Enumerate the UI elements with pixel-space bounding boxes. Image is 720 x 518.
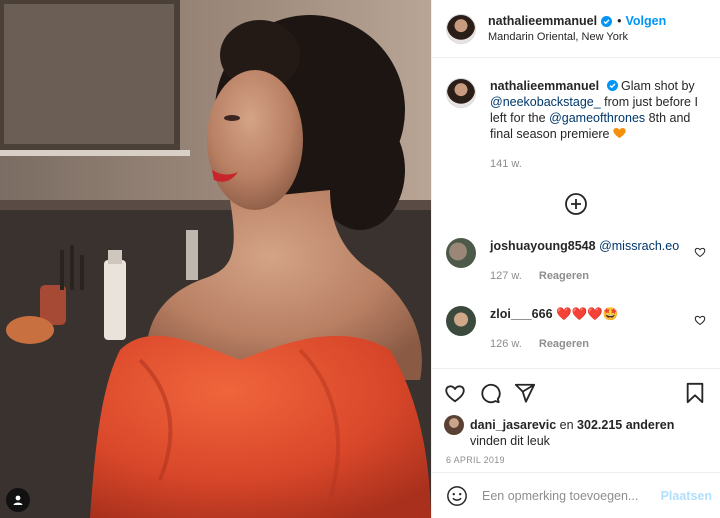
comment-username[interactable]: zloi___666 xyxy=(490,307,553,321)
orange-heart-icon xyxy=(613,128,626,139)
verified-badge-icon xyxy=(606,80,618,91)
liker-avatar[interactable] xyxy=(444,415,464,435)
likes-suffix: vinden dit leuk xyxy=(470,434,550,448)
heart-icon[interactable] xyxy=(694,314,706,326)
comment-input[interactable] xyxy=(482,488,661,503)
caption-age[interactable]: 141 w. xyxy=(490,158,522,170)
commenter-avatar[interactable] xyxy=(446,238,476,268)
comment-username[interactable]: joshuayoung8548 xyxy=(490,239,596,253)
bookmark-icon[interactable] xyxy=(684,382,706,404)
likes-connector: en xyxy=(559,418,574,432)
mention-link[interactable]: @neekobackstage_ xyxy=(490,95,601,109)
author-avatar[interactable] xyxy=(446,13,476,44)
comment-age[interactable]: 126 w. xyxy=(490,338,522,350)
commenter-avatar[interactable] xyxy=(446,306,476,336)
post-comment-button[interactable]: Plaatsen xyxy=(661,489,712,503)
caption-avatar[interactable] xyxy=(446,78,476,108)
liker-username[interactable]: dani_jasarevic xyxy=(470,418,556,432)
follow-button[interactable]: Volgen xyxy=(625,14,666,28)
caption-username[interactable]: nathalieemmanuel xyxy=(490,79,599,93)
add-comment-bar: Plaatsen xyxy=(432,472,720,518)
separator-dot: • xyxy=(617,14,622,28)
load-more-comments-button[interactable] xyxy=(446,192,706,216)
comment-text: ❤️❤️❤️🤩 xyxy=(556,307,619,321)
post-actions: dani_jasarevic en 302.215 anderen vinden… xyxy=(432,368,720,465)
comment-item: joshuayoung8548 @missrach.eo 127 w. Reag… xyxy=(446,238,706,284)
heart-icon[interactable] xyxy=(694,246,706,258)
mention-link[interactable]: @gameofthrones xyxy=(549,111,645,125)
plus-circle-icon xyxy=(565,193,587,215)
post-header: nathalieemmanuel • Volgen Mandarin Orien… xyxy=(432,0,720,58)
reply-button[interactable]: Reageren xyxy=(539,270,589,282)
location-link[interactable]: Mandarin Oriental, New York xyxy=(488,31,666,43)
author-username[interactable]: nathalieemmanuel xyxy=(488,14,597,28)
emoji-icon[interactable] xyxy=(446,485,468,507)
post-photo[interactable] xyxy=(0,0,431,518)
caption: nathalieemmanuel Glam shot by @neekoback… xyxy=(446,78,706,172)
like-heart-icon[interactable] xyxy=(444,382,466,404)
likes-count[interactable]: 302.215 anderen xyxy=(577,418,674,432)
post-sidebar: nathalieemmanuel • Volgen Mandarin Orien… xyxy=(431,0,720,518)
user-tag-icon[interactable] xyxy=(6,488,30,512)
portrait-image xyxy=(0,0,431,518)
comment-item: zloi___666 ❤️❤️❤️🤩 126 w. Reageren xyxy=(446,306,706,352)
share-icon[interactable] xyxy=(514,382,536,404)
reply-button[interactable]: Reageren xyxy=(539,338,589,350)
comment-icon[interactable] xyxy=(479,382,501,404)
post-date[interactable]: 6 APRIL 2019 xyxy=(446,455,710,465)
comment-age[interactable]: 127 w. xyxy=(490,270,522,282)
comments-section[interactable]: nathalieemmanuel Glam shot by @neekoback… xyxy=(432,58,720,368)
comment-text[interactable]: @missrach.eo xyxy=(599,239,679,253)
likes-summary: dani_jasarevic en 302.215 anderen vinden… xyxy=(444,415,710,449)
verified-badge-icon xyxy=(601,15,613,27)
caption-text: Glam shot by xyxy=(621,79,695,93)
